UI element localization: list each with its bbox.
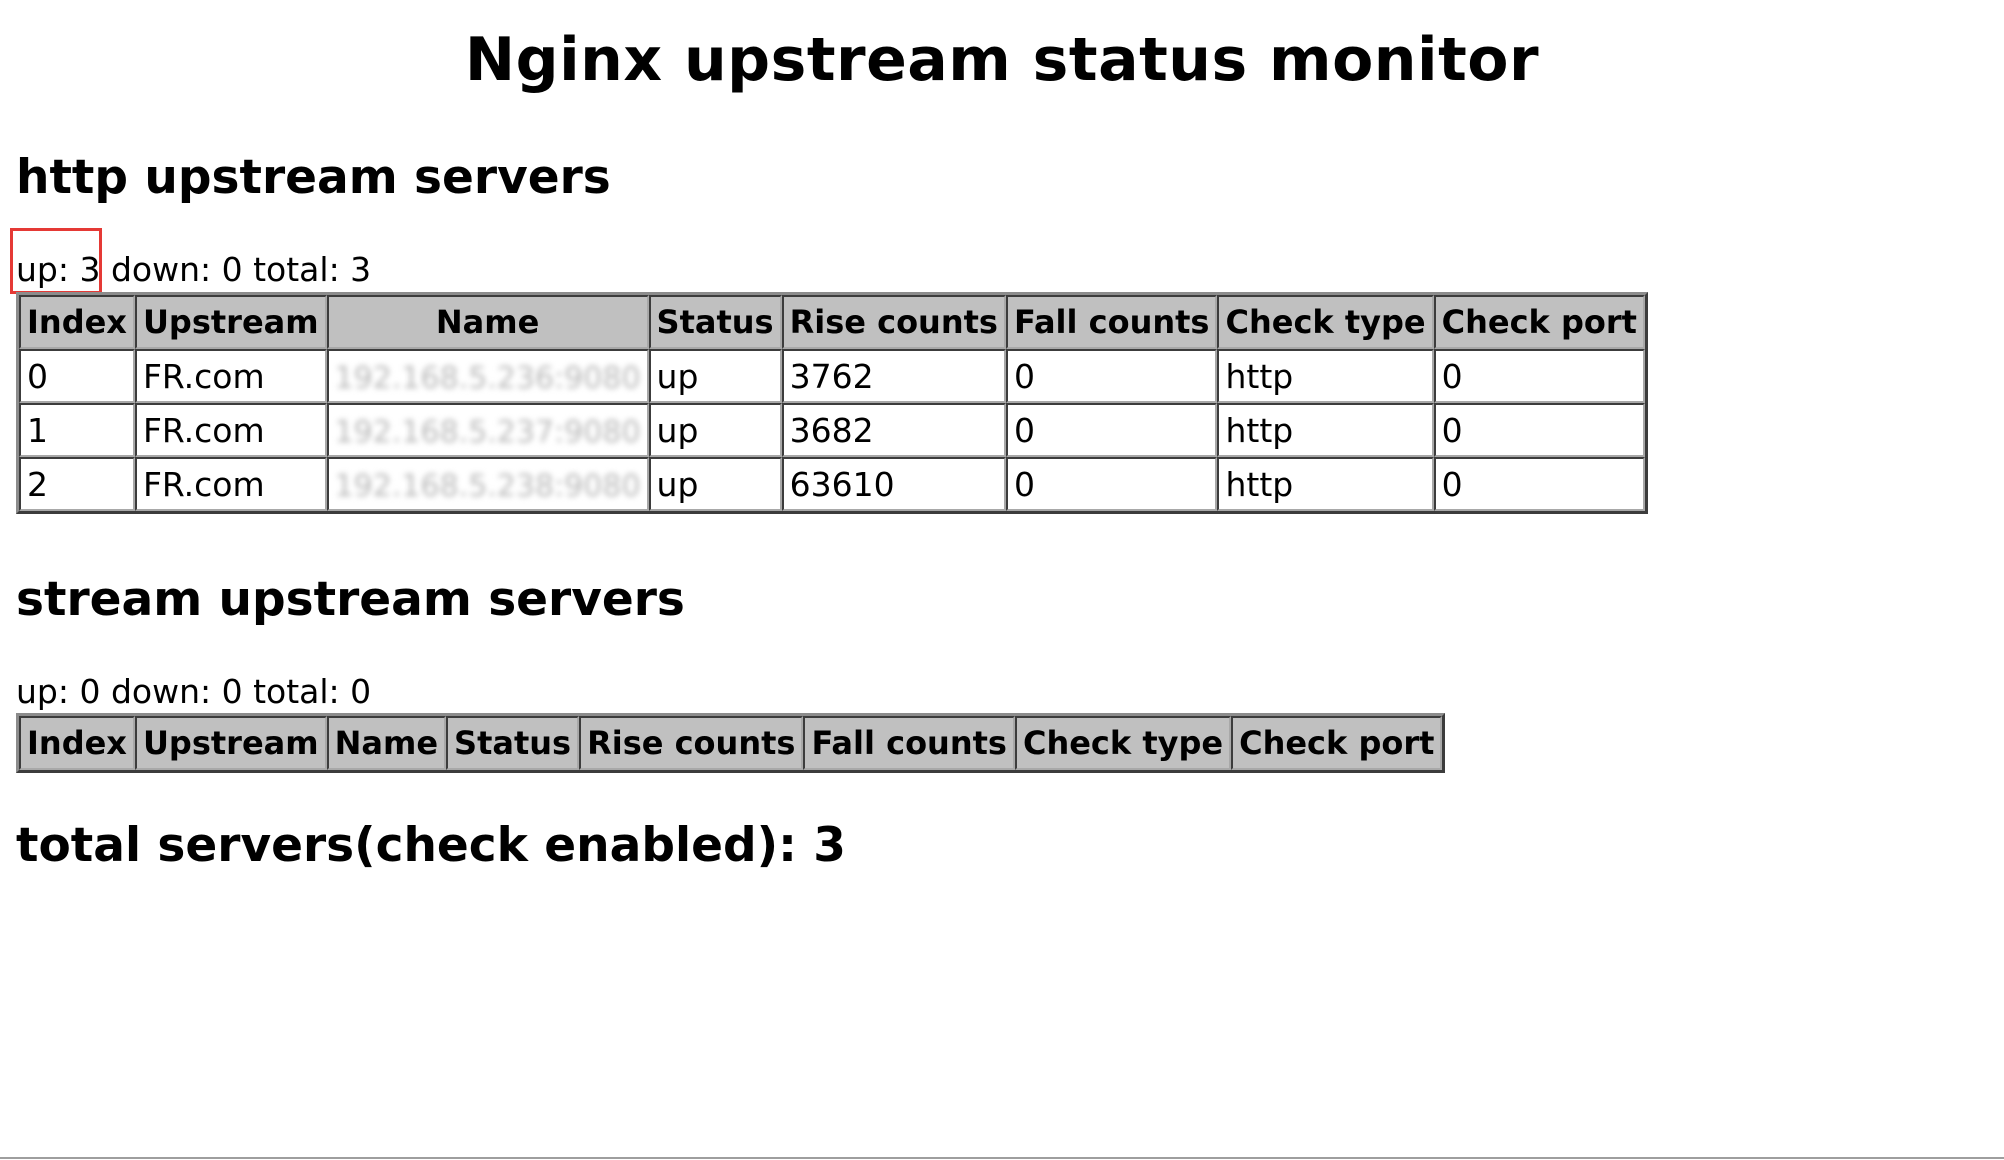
col-fall-counts: Fall counts — [803, 716, 1015, 770]
stream-upstream-table: Index Upstream Name Status Rise counts F… — [16, 713, 1446, 773]
col-index: Index — [19, 716, 135, 770]
cell-status: up — [648, 349, 782, 403]
col-check-port: Check port — [1433, 295, 1645, 349]
cell-name: 192.168.5.238:9080 — [326, 457, 649, 511]
col-rise-counts: Rise counts — [781, 295, 1006, 349]
total-servers-heading: total servers(check enabled): 3 — [16, 818, 846, 873]
table-row: 0 FR.com 192.168.5.236:9080 up 3762 0 ht… — [19, 349, 1645, 403]
cell-type: http — [1217, 349, 1434, 403]
cell-fall: 0 — [1005, 403, 1218, 457]
cell-index: 2 — [19, 457, 135, 511]
col-rise-counts: Rise counts — [579, 716, 804, 770]
cell-port: 0 — [1433, 457, 1645, 511]
cell-type: http — [1217, 457, 1434, 511]
http-upstream-table: Index Upstream Name Status Rise counts F… — [16, 292, 1648, 514]
col-status: Status — [446, 716, 580, 770]
col-upstream: Upstream — [134, 295, 327, 349]
bottom-divider — [0, 1157, 2004, 1159]
col-index: Index — [19, 295, 135, 349]
stream-section-heading: stream upstream servers — [16, 572, 685, 627]
cell-status: up — [648, 403, 782, 457]
cell-upstream: FR.com — [134, 403, 327, 457]
col-check-port: Check port — [1231, 716, 1443, 770]
server-address: 192.168.5.236:9080 — [334, 360, 641, 396]
cell-upstream: FR.com — [134, 457, 327, 511]
cell-fall: 0 — [1005, 457, 1218, 511]
cell-rise: 3682 — [781, 403, 1006, 457]
table-row: 2 FR.com 192.168.5.238:9080 up 63610 0 h… — [19, 457, 1645, 511]
cell-fall: 0 — [1005, 349, 1218, 403]
col-fall-counts: Fall counts — [1005, 295, 1218, 349]
cell-port: 0 — [1433, 403, 1645, 457]
table-header-row: Index Upstream Name Status Rise counts F… — [19, 295, 1645, 349]
server-address: 192.168.5.238:9080 — [334, 468, 641, 504]
cell-port: 0 — [1433, 349, 1645, 403]
col-check-type: Check type — [1217, 295, 1434, 349]
http-down-total: down: 0 total: 3 — [110, 250, 372, 289]
server-address: 192.168.5.237:9080 — [334, 414, 641, 450]
cell-name: 192.168.5.237:9080 — [326, 403, 649, 457]
stream-summary: up: 0 down: 0 total: 0 — [16, 672, 372, 711]
cell-index: 1 — [19, 403, 135, 457]
table-row: 1 FR.com 192.168.5.237:9080 up 3682 0 ht… — [19, 403, 1645, 457]
col-name: Name — [326, 295, 649, 349]
page-title: Nginx upstream status monitor — [464, 25, 1540, 95]
table-header-row: Index Upstream Name Status Rise counts F… — [19, 716, 1443, 770]
cell-rise: 63610 — [781, 457, 1006, 511]
cell-upstream: FR.com — [134, 349, 327, 403]
cell-status: up — [648, 457, 782, 511]
highlight-box — [10, 228, 102, 294]
cell-rise: 3762 — [781, 349, 1006, 403]
col-name: Name — [326, 716, 447, 770]
col-status: Status — [648, 295, 782, 349]
col-check-type: Check type — [1014, 716, 1232, 770]
cell-type: http — [1217, 403, 1434, 457]
cell-name: 192.168.5.236:9080 — [326, 349, 649, 403]
cell-index: 0 — [19, 349, 135, 403]
http-section-heading: http upstream servers — [16, 150, 611, 205]
col-upstream: Upstream — [134, 716, 327, 770]
status-page: Nginx upstream status monitor http upstr… — [0, 0, 2004, 1160]
